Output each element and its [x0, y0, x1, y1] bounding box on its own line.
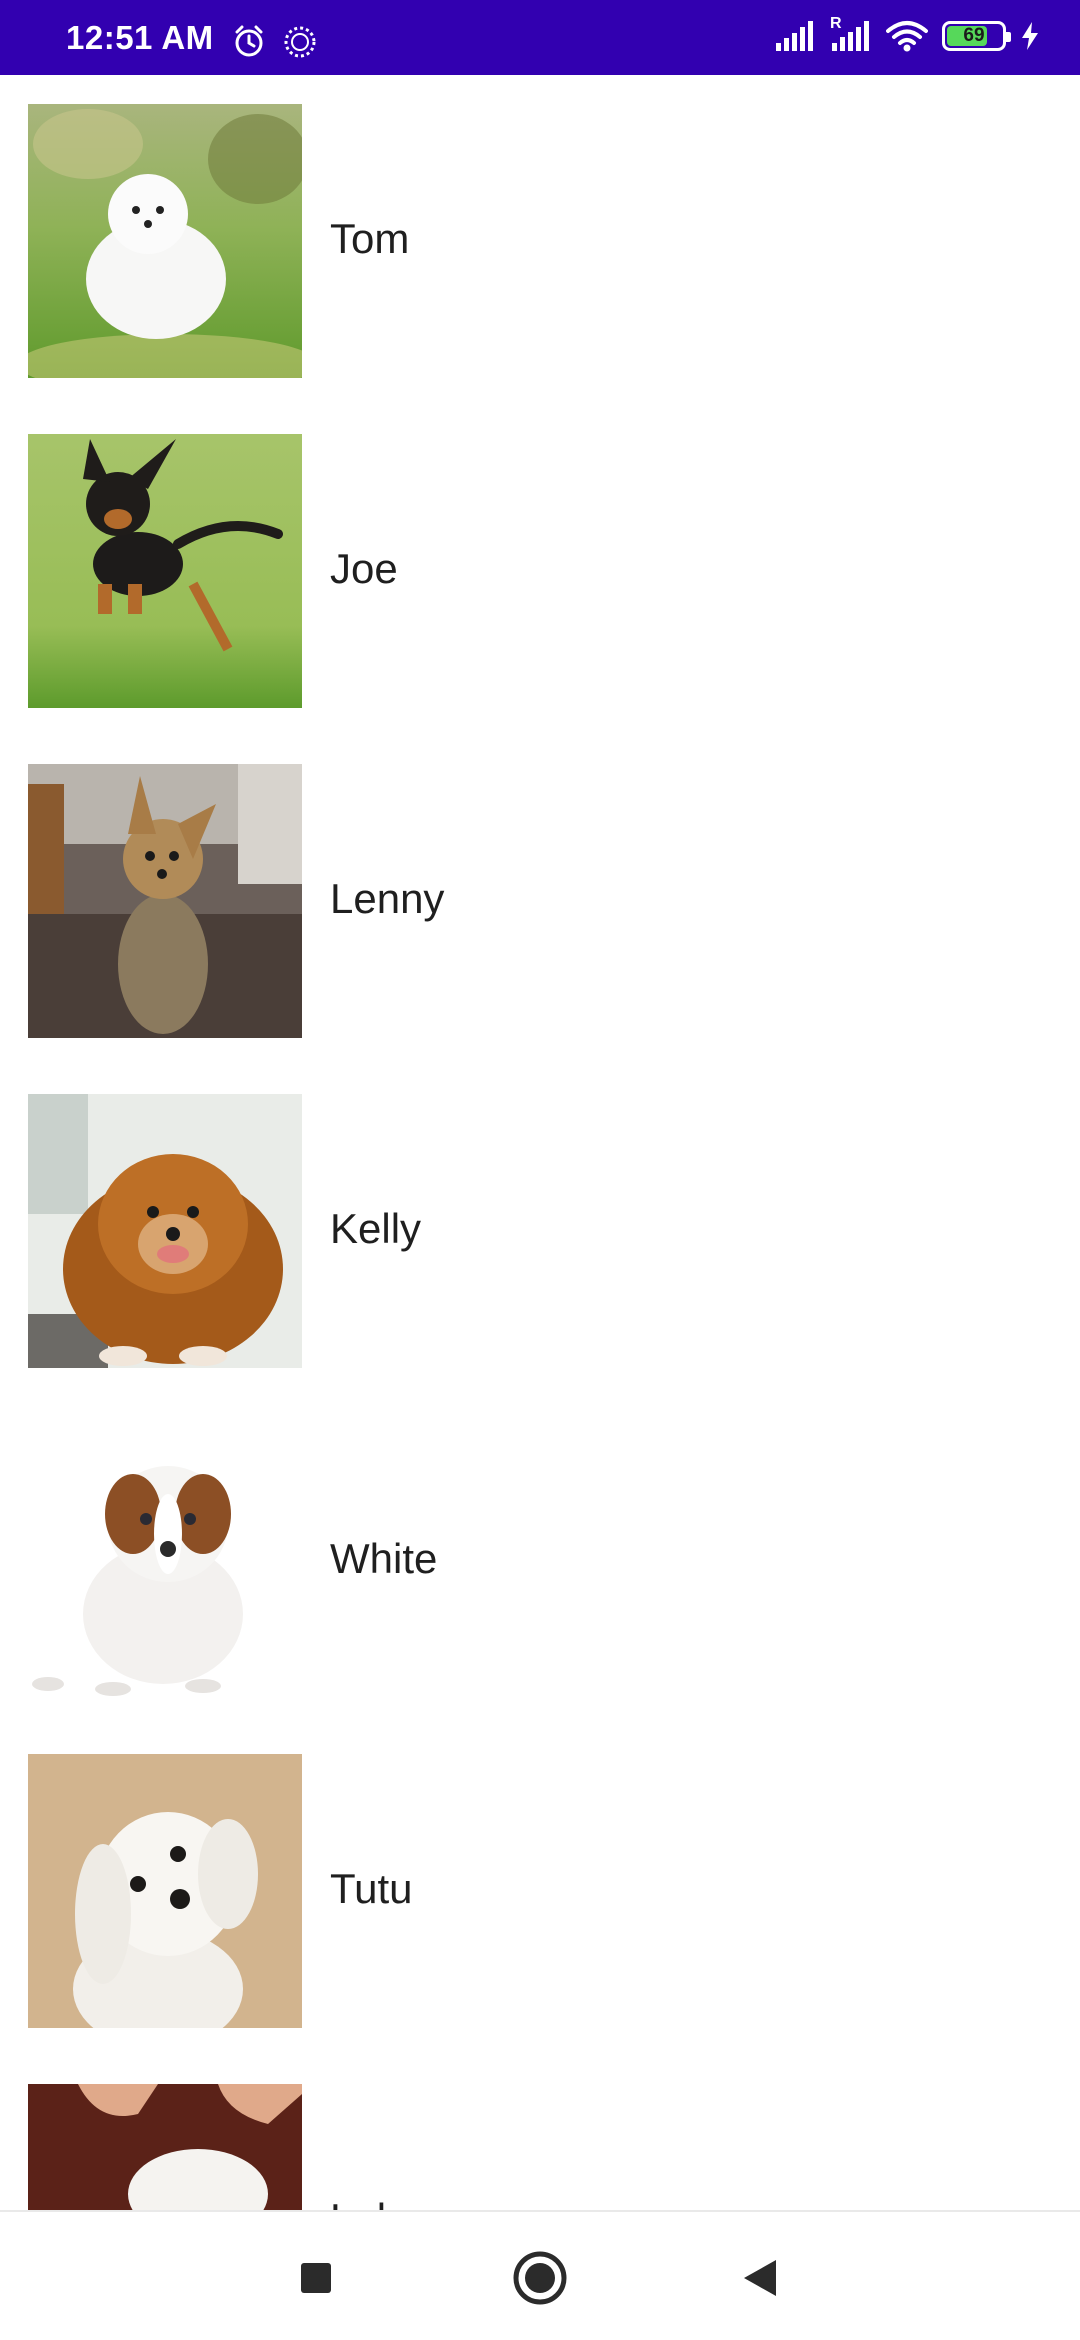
list-item[interactable]: Lenny [0, 735, 1080, 1065]
dog-photo [28, 764, 302, 1038]
signal-roaming-icon: R [828, 15, 872, 51]
dog-name: Tom [330, 215, 410, 262]
square-icon [299, 2261, 333, 2300]
home-button[interactable] [510, 2250, 570, 2310]
roaming-label: R [830, 15, 842, 32]
alarm-icon [232, 24, 266, 60]
dog-photo [28, 104, 302, 378]
dog-name: White [330, 1535, 438, 1582]
list-item[interactable]: White [0, 1395, 1080, 1725]
back-button[interactable] [730, 2250, 790, 2310]
sync-icon [282, 24, 318, 60]
signal-icon [774, 21, 814, 51]
list-item[interactable]: Tom [0, 75, 1080, 405]
status-bar: 12:51 AM R 69 [0, 0, 1080, 75]
dog-name: Lulu [330, 2195, 409, 2210]
navigation-bar [0, 2210, 1080, 2340]
list-item[interactable]: Tutu [0, 1725, 1080, 2055]
dog-name: Tutu [330, 1865, 413, 1912]
wifi-icon [886, 20, 928, 52]
dog-name: Kelly [330, 1205, 422, 1252]
dog-photo [28, 434, 302, 708]
dog-name: Joe [330, 545, 398, 592]
status-time: 12:51 AM [66, 19, 214, 56]
dog-photo [28, 2084, 302, 2210]
recents-button[interactable] [286, 2250, 346, 2310]
dog-list[interactable]: Tom Joe Lenny Kelly White Tutu [0, 75, 1080, 2210]
list-item[interactable]: Kelly [0, 1065, 1080, 1395]
dog-photo [28, 1424, 302, 1698]
list-item[interactable]: Lulu [0, 2055, 1080, 2210]
dog-photo [28, 1094, 302, 1368]
battery-icon: 69 [942, 21, 1011, 51]
charging-icon [1020, 21, 1040, 51]
dog-name: Lenny [330, 875, 445, 922]
back-triangle-icon [740, 2257, 780, 2304]
circle-icon [512, 2250, 568, 2311]
dog-photo [28, 1754, 302, 2028]
list-item[interactable]: Joe [0, 405, 1080, 735]
battery-level: 69 [963, 25, 985, 46]
